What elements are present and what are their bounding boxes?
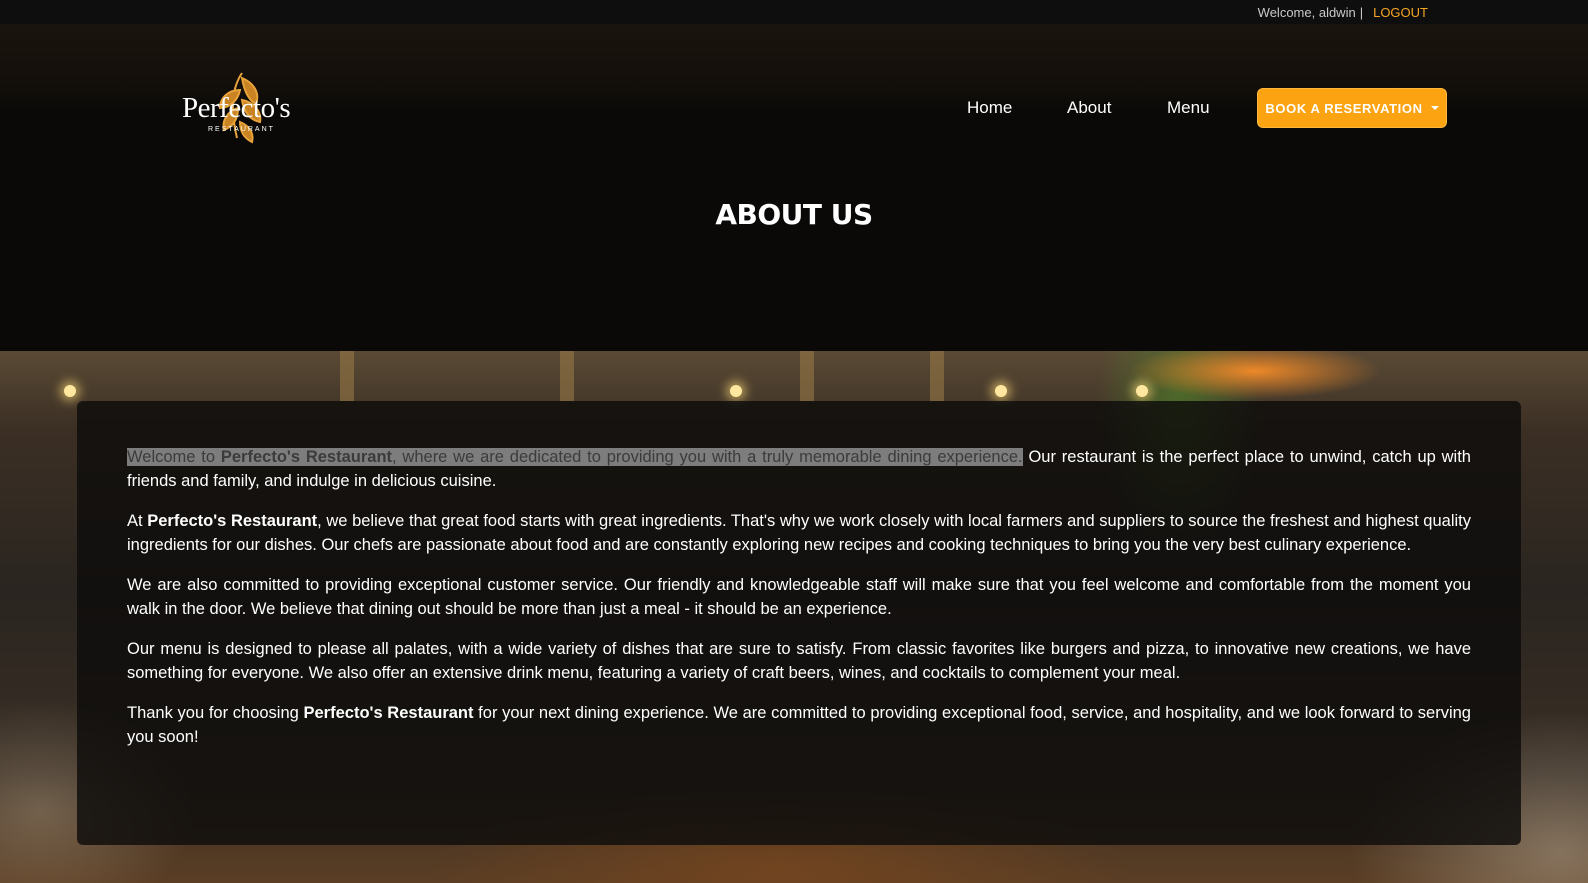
decor-pillar: [340, 351, 354, 401]
restaurant-name: Perfecto's Restaurant: [303, 704, 474, 722]
text-segment: Thank you for choosing: [127, 704, 304, 722]
about-paragraph: Welcome to Perfecto's Restaurant, where …: [127, 445, 1471, 493]
top-user-bar: Welcome, aldwin | LOGOUT: [0, 0, 1588, 24]
decor-pillar: [560, 351, 574, 401]
about-paragraph: We are also committed to providing excep…: [127, 576, 1471, 618]
about-card: Welcome to Perfecto's Restaurant, where …: [77, 401, 1521, 845]
nav-item-home[interactable]: Home: [967, 98, 1012, 118]
restaurant-name: Perfecto's Restaurant: [220, 448, 393, 466]
decor-light: [995, 385, 1007, 397]
about-paragraph: At Perfecto's Restaurant, we believe tha…: [127, 509, 1471, 557]
text-segment: , where we are dedicated to providing yo…: [392, 448, 1023, 466]
welcome-text: Welcome, aldwin: [1257, 4, 1356, 20]
text-segment: , we believe that great food starts with…: [127, 512, 1471, 554]
nav-item-menu[interactable]: Menu: [1167, 98, 1210, 118]
book-reservation-label: BOOK A RESERVATION: [1265, 100, 1423, 116]
page-title: ABOUT US: [715, 198, 873, 231]
decor-light: [1136, 385, 1148, 397]
highlighted-text: Welcome to Perfecto's Restaurant, where …: [127, 448, 1023, 466]
site-header: Perfecto's RESTAURANT Home About Menu BO…: [0, 24, 1588, 354]
chevron-down-icon: [1430, 106, 1439, 110]
decor-pillar: [930, 351, 944, 401]
about-paragraph: Thank you for choosing Perfecto's Restau…: [127, 701, 1471, 749]
decor-light: [64, 385, 76, 397]
book-reservation-button[interactable]: BOOK A RESERVATION: [1257, 88, 1447, 128]
text-segment: Welcome to: [127, 448, 221, 466]
nav-item-about[interactable]: About: [1067, 98, 1111, 118]
separator: |: [1359, 4, 1364, 20]
restaurant-name: Perfecto's Restaurant: [147, 512, 318, 530]
text-segment: At: [127, 512, 148, 530]
decor-light: [730, 385, 742, 397]
logout-link[interactable]: LOGOUT: [1373, 5, 1428, 20]
about-paragraph: Our menu is designed to please all palat…: [127, 640, 1471, 682]
decor-pillar: [800, 351, 814, 401]
